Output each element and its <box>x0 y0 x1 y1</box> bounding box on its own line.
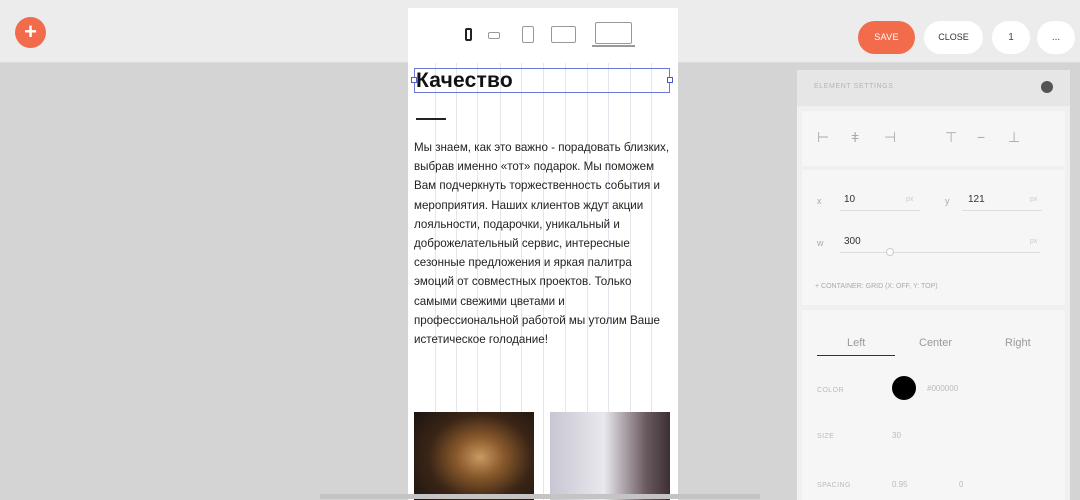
desktop-stand-icon <box>592 45 635 47</box>
y-unit: px <box>1030 196 1038 203</box>
flowers-photo-image[interactable] <box>550 412 670 500</box>
color-hex-value[interactable]: #000000 <box>927 384 958 393</box>
align-right-icon[interactable]: ⊣ <box>884 129 896 146</box>
tab-left[interactable]: Left <box>847 337 865 349</box>
top-toolbar: + SAVE CLOSE 1 ... <box>0 0 1080 63</box>
add-block-button[interactable]: + <box>15 17 46 48</box>
divider-line[interactable] <box>416 118 446 120</box>
phone-canvas: Качество Мы знаем, как это важно - порад… <box>408 63 678 500</box>
spacing-input[interactable]: 0.95 <box>892 480 908 489</box>
w-unit: px <box>1030 238 1038 245</box>
element-settings-panel: ELEMENT SETTINGS ⊢ ǂ ⊣ ⊤ − ⊥ x 10 px y 1… <box>797 70 1070 500</box>
tablet-landscape-icon[interactable] <box>551 26 576 43</box>
resize-handle-right[interactable] <box>667 77 673 83</box>
tab-center[interactable]: Center <box>919 337 952 349</box>
w-label: w <box>817 238 824 248</box>
selection-outline <box>411 68 673 93</box>
x-input[interactable]: 10 <box>844 194 855 205</box>
panel-header: ELEMENT SETTINGS <box>797 70 1070 106</box>
align-bottom-icon[interactable]: ⊥ <box>1008 129 1020 146</box>
size-input[interactable]: 30 <box>892 431 901 440</box>
y-input[interactable]: 121 <box>968 194 985 205</box>
close-button[interactable]: CLOSE <box>924 21 983 54</box>
more-button[interactable]: ... <box>1037 21 1075 54</box>
desktop-icon[interactable] <box>595 22 632 44</box>
x-unit: px <box>906 196 914 203</box>
phone-landscape-icon[interactable] <box>488 32 500 39</box>
paragraph-text[interactable]: Мы знаем, как это важно - порадовать бли… <box>414 138 672 349</box>
spacing-label: SPACING <box>817 482 851 489</box>
align-top-icon[interactable]: ⊤ <box>945 129 957 146</box>
step-button[interactable]: 1 <box>992 21 1030 54</box>
width-slider-handle[interactable] <box>886 248 894 256</box>
color-label: COLOR <box>817 387 844 394</box>
alignment-section: ⊢ ǂ ⊣ ⊤ − ⊥ <box>802 111 1065 166</box>
size-label: SIZE <box>817 433 835 440</box>
portrait-painting-image[interactable] <box>414 412 534 500</box>
align-middle-icon[interactable]: − <box>977 129 985 145</box>
gear-icon[interactable] <box>1041 81 1053 93</box>
phone-portrait-icon[interactable] <box>465 28 472 41</box>
device-switcher <box>408 8 678 63</box>
align-left-icon[interactable]: ⊢ <box>817 129 829 146</box>
active-tab-indicator <box>817 355 895 356</box>
x-underline <box>840 210 920 211</box>
x-label: x <box>817 196 822 206</box>
tab-right[interactable]: Right <box>1005 337 1031 349</box>
resize-handle-left[interactable] <box>411 77 417 83</box>
save-button[interactable]: SAVE <box>858 21 915 54</box>
spacing-input-2[interactable]: 0 <box>959 480 963 489</box>
w-input[interactable]: 300 <box>844 236 861 247</box>
align-center-h-icon[interactable]: ǂ <box>851 129 859 145</box>
w-underline <box>840 252 1040 253</box>
panel-title: ELEMENT SETTINGS <box>814 83 894 90</box>
y-underline <box>962 210 1042 211</box>
tablet-portrait-icon[interactable] <box>522 26 534 43</box>
color-swatch[interactable] <box>892 376 916 400</box>
container-note: + CONTAINER: GRID (X: OFF, Y: TOP) <box>815 283 938 290</box>
horizontal-scrollbar[interactable] <box>320 494 760 499</box>
y-label: y <box>945 196 950 206</box>
